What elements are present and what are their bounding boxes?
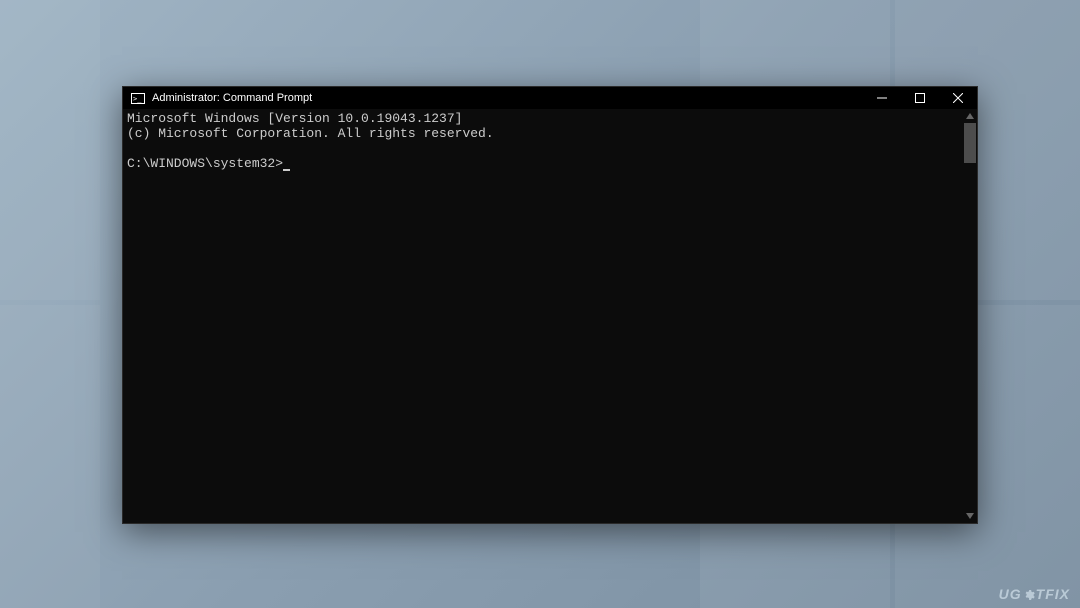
background-panel [0,0,100,300]
cmd-icon: >_ [130,92,146,104]
background-panel [0,305,100,608]
terminal-prompt: C:\WINDOWS\system32> [127,156,283,171]
titlebar[interactable]: >_ Administrator: Command Prompt [123,87,977,109]
close-button[interactable] [939,87,977,109]
watermark-text-pre: UG [999,586,1022,602]
terminal-output[interactable]: Microsoft Windows [Version 10.0.19043.12… [123,109,963,523]
scroll-down-icon[interactable] [963,509,977,523]
svg-text:>_: >_ [133,95,142,103]
scroll-thumb[interactable] [964,123,976,163]
scroll-up-icon[interactable] [963,109,977,123]
terminal-line: Microsoft Windows [Version 10.0.19043.12… [127,111,462,126]
gear-icon [1023,589,1035,601]
maximize-button[interactable] [901,87,939,109]
terminal-area: Microsoft Windows [Version 10.0.19043.12… [123,109,977,523]
watermark: UG TFIX [999,586,1070,602]
window-title: Administrator: Command Prompt [152,87,312,109]
minimize-button[interactable] [863,87,901,109]
cursor [283,169,290,171]
scrollbar[interactable] [963,109,977,523]
command-prompt-window: >_ Administrator: Command Prompt Microso… [122,86,978,524]
terminal-line: (c) Microsoft Corporation. All rights re… [127,126,494,141]
watermark-text-post: TFIX [1036,586,1070,602]
